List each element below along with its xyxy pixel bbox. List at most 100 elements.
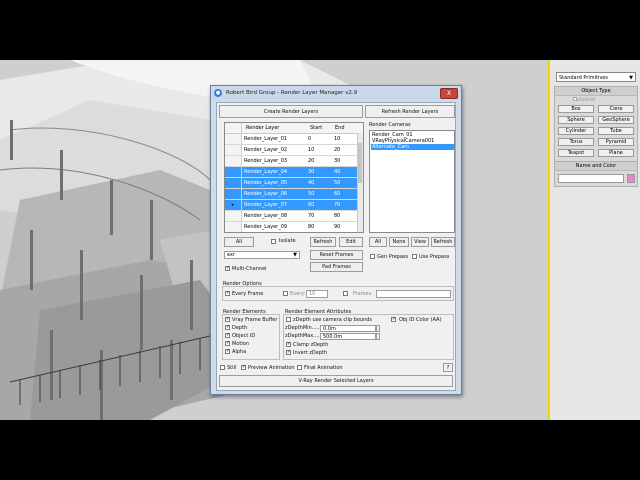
geosphere-button[interactable]: GeoSphere <box>598 116 634 124</box>
end-frame-cell[interactable]: 20 <box>334 145 340 156</box>
format-dropdown[interactable]: exr ▼ <box>224 251 300 259</box>
zdepth-max-spinner[interactable] <box>376 333 380 340</box>
cone-button[interactable]: Cone <box>598 105 634 113</box>
gen-prepass-checkbox[interactable] <box>370 254 375 259</box>
column-header-start[interactable]: Start <box>310 123 322 133</box>
table-row[interactable]: Render_Layer_09 80 90 <box>225 222 359 232</box>
layer-name-cell[interactable]: Render_Layer_02 <box>244 145 287 156</box>
row-header[interactable] <box>225 189 242 199</box>
render-element-checkbox[interactable] <box>225 316 230 322</box>
render-element-checkbox[interactable] <box>225 348 230 354</box>
sphere-button[interactable]: Sphere <box>558 116 594 124</box>
end-frame-cell[interactable]: 50 <box>334 178 340 189</box>
layers-all-button[interactable]: All <box>224 237 254 247</box>
preview-animation-checkbox[interactable] <box>241 364 246 370</box>
zdepth-clip-checkbox[interactable] <box>286 317 291 322</box>
plane-button[interactable]: Plane <box>598 149 634 157</box>
row-header[interactable] <box>225 145 242 155</box>
clamp-zdepth-checkbox[interactable] <box>286 341 291 347</box>
end-frame-cell[interactable]: 70 <box>334 200 340 211</box>
help-button[interactable]: ? <box>443 363 453 372</box>
obj-id-color-checkbox[interactable] <box>391 316 396 322</box>
row-header[interactable] <box>225 167 242 177</box>
layer-name-cell[interactable]: Render_Layer_03 <box>244 156 287 167</box>
still-checkbox[interactable] <box>220 365 225 370</box>
column-header-layer[interactable]: Render Layer <box>246 123 279 133</box>
layer-name-cell[interactable]: Render_Layer_04 <box>244 167 287 178</box>
frames-checkbox[interactable] <box>343 291 348 296</box>
table-row[interactable]: Render_Layer_04 30 40 <box>225 167 359 178</box>
use-prepass-checkbox[interactable] <box>412 254 417 259</box>
object-type-header[interactable]: Object Type <box>555 87 637 96</box>
vray-render-selected-layers-button[interactable]: V-Ray Render Selected Layers <box>219 375 453 387</box>
end-frame-cell[interactable]: 40 <box>334 167 340 178</box>
end-frame-cell[interactable]: 60 <box>334 189 340 200</box>
box-button[interactable]: Box <box>558 105 594 113</box>
every-checkbox[interactable] <box>283 291 288 296</box>
zdepth-max-input[interactable]: 500.0m <box>320 333 376 340</box>
cameras-all-button[interactable]: All <box>369 237 387 247</box>
row-header[interactable] <box>225 211 242 221</box>
final-animation-checkbox[interactable] <box>297 365 302 370</box>
end-frame-cell[interactable]: 10 <box>334 134 340 145</box>
render-element-checkbox[interactable] <box>225 332 230 338</box>
start-frame-cell[interactable]: 10 <box>308 145 314 156</box>
table-row[interactable]: ▸ Render_Layer_07 60 70 <box>225 200 359 211</box>
category-dropdown[interactable]: Standard Primitives ▼ <box>556 72 636 82</box>
pyramid-button[interactable]: Pyramid <box>598 138 634 146</box>
render-element-checkbox[interactable] <box>225 324 230 330</box>
name-and-color-header[interactable]: Name and Color <box>555 162 637 171</box>
invert-zdepth-checkbox[interactable] <box>286 349 291 355</box>
row-header[interactable]: ▸ <box>225 200 242 210</box>
object-color-swatch[interactable] <box>627 174 635 183</box>
every-input[interactable]: 10 <box>306 290 328 298</box>
create-render-layers-button[interactable]: Create Render Layers <box>219 105 363 118</box>
layer-name-cell[interactable]: Render_Layer_01 <box>244 134 287 145</box>
reset-frames-button[interactable]: Reset Frames <box>310 250 363 260</box>
start-frame-cell[interactable]: 80 <box>308 222 314 232</box>
start-frame-cell[interactable]: 30 <box>308 167 314 178</box>
isolate-checkbox[interactable] <box>271 239 276 244</box>
layers-edit-button[interactable]: Edit <box>339 237 363 247</box>
zdepth-min-input[interactable]: 0.0m <box>320 325 376 332</box>
camera-list-item[interactable]: Alternate_Cam <box>371 144 454 150</box>
every-frame-checkbox[interactable] <box>225 290 230 296</box>
end-frame-cell[interactable]: 90 <box>334 222 340 232</box>
table-row[interactable]: Render_Layer_06 50 60 <box>225 189 359 200</box>
row-header[interactable] <box>225 134 242 144</box>
layer-name-cell[interactable]: Render_Layer_06 <box>244 189 287 200</box>
refresh-render-layers-button[interactable]: Refresh Render Layers <box>365 105 455 118</box>
start-frame-cell[interactable]: 70 <box>308 211 314 222</box>
cameras-refresh-button[interactable]: Refresh <box>431 237 455 247</box>
end-frame-cell[interactable]: 80 <box>334 211 340 222</box>
dialog-titlebar[interactable]: ● Robert Bird Group - Render Layer Manag… <box>211 86 461 100</box>
cylinder-button[interactable]: Cylinder <box>558 127 594 135</box>
row-header[interactable] <box>225 222 242 232</box>
cameras-none-button[interactable]: None <box>389 237 409 247</box>
pad-frames-button[interactable]: Pad Frames <box>310 262 363 272</box>
close-button[interactable]: X <box>440 88 458 99</box>
layer-name-cell[interactable]: Render_Layer_08 <box>244 211 287 222</box>
render-element-checkbox[interactable] <box>225 340 230 346</box>
zdepth-min-spinner[interactable] <box>376 325 380 332</box>
render-cameras-list[interactable]: Render_Cam_01 VRayPhysicalCamera001 Altern… <box>369 130 455 233</box>
start-frame-cell[interactable]: 20 <box>308 156 314 167</box>
cameras-view-button[interactable]: View <box>411 237 429 247</box>
frames-input[interactable] <box>376 290 451 298</box>
end-frame-cell[interactable]: 30 <box>334 156 340 167</box>
start-frame-cell[interactable]: 60 <box>308 200 314 211</box>
layer-name-cell[interactable]: Render_Layer_07 <box>244 200 287 211</box>
row-header[interactable] <box>225 178 242 188</box>
tube-button[interactable]: Tube <box>598 127 634 135</box>
layer-name-cell[interactable]: Render_Layer_05 <box>244 178 287 189</box>
scrollbar-thumb[interactable] <box>358 143 362 183</box>
start-frame-cell[interactable]: 50 <box>308 189 314 200</box>
row-header[interactable] <box>225 156 242 166</box>
table-row[interactable]: Render_Layer_05 40 50 <box>225 178 359 189</box>
torus-button[interactable]: Torus <box>558 138 594 146</box>
start-frame-cell[interactable]: 0 <box>308 134 311 145</box>
layers-refresh-button[interactable]: Refresh <box>310 237 336 247</box>
column-header-end[interactable]: End <box>335 123 345 133</box>
table-row[interactable]: Render_Layer_08 70 80 <box>225 211 359 222</box>
table-scrollbar[interactable] <box>357 133 363 232</box>
